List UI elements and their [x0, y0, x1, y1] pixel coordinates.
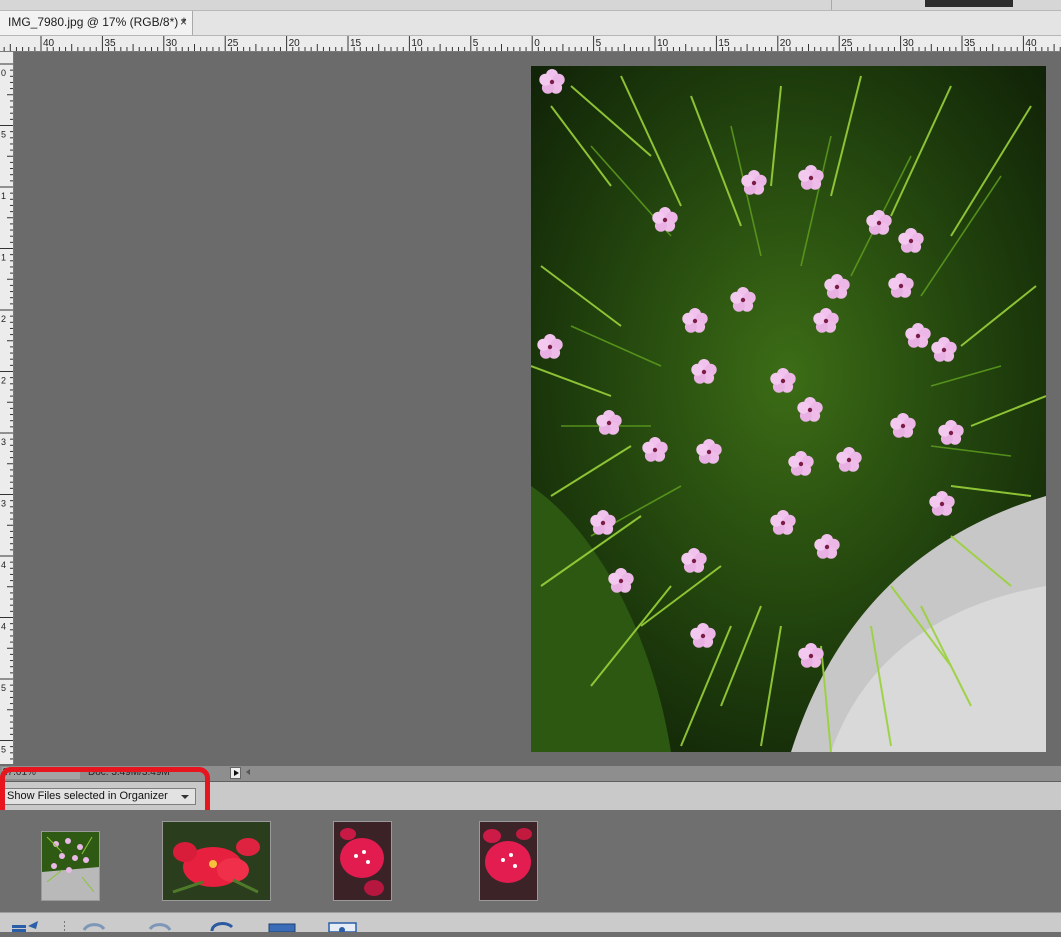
thumbnail-image — [42, 832, 99, 900]
rotate-icon[interactable] — [210, 922, 234, 932]
close-icon[interactable]: × — [180, 15, 187, 29]
horizontal-ruler-ticks: 40 35 30 25 20 15 10 5 0 5 10 15 20 25 30 35 40 — [3, 36, 1061, 51]
thumbnail-magenta-bougainvillea-1[interactable] — [333, 821, 392, 901]
photo-bin — [0, 810, 1061, 912]
ruler-label: 10 — [657, 38, 669, 49]
thumbnail-image — [163, 822, 270, 900]
undo-icon[interactable] — [82, 923, 106, 931]
ruler-label: 5 — [1, 745, 6, 755]
bottom-taskbar — [0, 912, 1061, 933]
redo-icon[interactable] — [148, 923, 172, 931]
ruler-label: 4 — [1, 622, 6, 632]
ruler-label: 4 — [1, 560, 6, 570]
vertical-ruler-ticks: 0 5 1 1 2 2 3 3 4 4 5 5 — [0, 63, 13, 760]
document-photo[interactable] — [530, 66, 1047, 753]
ruler-label: 5 — [1, 683, 6, 693]
ruler-label: 2 — [1, 314, 6, 324]
ruler-label: 35 — [104, 38, 116, 49]
document-tab-title: IMG_7980.jpg @ 17% (RGB/8*) * — [8, 15, 187, 29]
ruler-label: 3 — [1, 499, 6, 509]
document-tab-bar: IMG_7980.jpg @ 17% (RGB/8*) * × — [0, 11, 1061, 36]
ruler-label: 5 — [473, 38, 479, 49]
ruler-label: 2 — [1, 376, 6, 386]
ruler-label: 1 — [1, 191, 6, 201]
horizontal-ruler: 40 35 30 25 20 15 10 5 0 5 10 15 20 25 30 35 40 — [0, 36, 1061, 52]
ruler-label: 5 — [596, 38, 602, 49]
ruler-label: 10 — [411, 38, 423, 49]
bottom-taskbar-icons — [12, 921, 357, 933]
ruler-label: 25 — [841, 38, 853, 49]
ruler-label: 25 — [227, 38, 239, 49]
thumbnail-pink-flower-shrub[interactable] — [41, 831, 100, 901]
thumbnail-magenta-bougainvillea-2[interactable] — [479, 821, 538, 901]
ruler-label: 30 — [903, 38, 915, 49]
ruler-label: 0 — [534, 38, 540, 49]
ruler-label: 20 — [289, 38, 301, 49]
ruler-label: 30 — [166, 38, 178, 49]
ruler-label: 15 — [350, 38, 362, 49]
ruler-label: 40 — [43, 38, 55, 49]
top-menu-strip — [0, 0, 1061, 11]
ruler-label: 0 — [1, 68, 6, 78]
ruler-label: 35 — [964, 38, 976, 49]
ruler-label: 20 — [780, 38, 792, 49]
thumbnail-red-trumpet-flowers[interactable] — [162, 821, 271, 901]
triangle-right-icon[interactable] — [230, 767, 241, 779]
document-tab[interactable]: IMG_7980.jpg @ 17% (RGB/8*) * × — [0, 11, 193, 35]
mode-switch-bar[interactable] — [925, 0, 1013, 7]
ruler-label: 1 — [1, 253, 6, 263]
menu-separator — [831, 0, 832, 10]
vertical-ruler: 0 5 1 1 2 2 3 3 4 4 5 5 — [0, 52, 14, 764]
bin-actions-icon[interactable] — [12, 921, 38, 932]
ruler-label: 3 — [1, 437, 6, 447]
thumbnail-image — [480, 822, 537, 900]
scroll-left-icon[interactable] — [246, 769, 250, 775]
pink-flower-shrub-image — [530, 66, 1047, 753]
ruler-label: 40 — [1025, 38, 1037, 49]
ruler-label: 5 — [1, 130, 6, 140]
thumbnail-image — [334, 822, 391, 900]
ruler-label: 15 — [718, 38, 730, 49]
divider-dots — [64, 921, 65, 931]
